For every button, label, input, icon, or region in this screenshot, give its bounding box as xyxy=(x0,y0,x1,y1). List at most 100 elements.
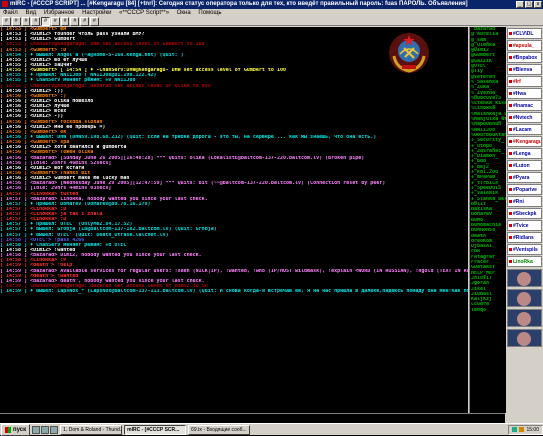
channel-tree-label: #Poparive xyxy=(513,187,537,193)
channel-tree-item[interactable]: #Pyara xyxy=(507,172,542,183)
message-input[interactable] xyxy=(0,413,505,423)
channel-status-icon xyxy=(509,104,512,108)
channel-tree-item[interactable]: #Ventspils xyxy=(507,244,542,255)
channel-tree-item[interactable]: LinoRka xyxy=(507,256,542,267)
channel-tree-label: #Rni xyxy=(513,199,524,205)
channel-switchbar: # # # # # # # # # # xyxy=(0,16,543,26)
start-button[interactable]: пуск xyxy=(1,423,31,436)
close-button[interactable]: x xyxy=(534,1,542,8)
channel-tree-item[interactable]: #Bnpabox xyxy=(507,52,542,63)
menu-favorites[interactable]: Избранное xyxy=(41,10,77,16)
channel-status-icon xyxy=(509,116,512,120)
quicklaunch-desktop-icon[interactable] xyxy=(32,425,41,434)
channel-tree-item[interactable]: #Nvtech xyxy=(507,112,542,123)
switchbar-tab[interactable]: # xyxy=(2,16,11,26)
channel-tree-item[interactable]: #CLV\DL xyxy=(507,28,542,39)
user-avatar-thumbnail[interactable] xyxy=(507,329,542,347)
tray-network-icon[interactable] xyxy=(512,427,518,432)
menu-view[interactable]: Вид xyxy=(22,10,39,16)
taskbar-button[interactable]: 69.tx - Входящие сооб... xyxy=(188,424,251,435)
menu-windows[interactable]: Окна xyxy=(174,10,194,16)
user-avatar-thumbnail[interactable] xyxy=(507,269,542,287)
channel-tree-item[interactable]: #Tvice xyxy=(507,220,542,231)
maximize-button[interactable]: □ xyxy=(525,1,533,8)
switchbar-tab[interactable]: # xyxy=(21,16,31,26)
taskbar-button[interactable]: mIRC - [#CCCP SCR... xyxy=(124,424,187,435)
switchbar-tab[interactable]: # xyxy=(11,16,21,26)
channel-tree-label: #Tvice xyxy=(513,223,529,229)
switchbar-tab[interactable]: # xyxy=(50,16,60,26)
switchbar-tab[interactable]: # xyxy=(31,16,41,26)
channel-tree-label: #Nvtech xyxy=(513,115,533,121)
channel-status-icon xyxy=(509,236,512,240)
window-title: mIRC - [#CCCP SCRIPT] ... [#Kengaragu [8… xyxy=(10,1,468,7)
switchbar-tab[interactable]: # xyxy=(90,16,99,26)
switchbar-tab[interactable]: # xyxy=(41,16,50,26)
channel-tree-item[interactable]: #Sbeckpk xyxy=(507,208,542,219)
channel-tree-item[interactable]: #Irf xyxy=(507,76,542,87)
switchbar-tab[interactable]: # xyxy=(80,16,90,26)
switchbar-tab[interactable]: # xyxy=(70,16,80,26)
channel-status-icon xyxy=(509,44,512,48)
taskbar-button[interactable]: 1. Dom & Roland - Thund... xyxy=(60,424,123,435)
switchbar-tab[interactable]: # xyxy=(60,16,70,26)
mirc-app-icon xyxy=(2,1,8,7)
channel-status-icon xyxy=(509,260,512,264)
channel-tree-item[interactable]: #Lenga xyxy=(507,148,542,159)
minimize-button[interactable]: _ xyxy=(516,1,524,8)
start-label: пуск xyxy=(13,426,27,433)
channel-status-icon xyxy=(509,152,512,156)
channel-status-icon xyxy=(509,188,512,192)
channel-tree-label: #Kengaragu xyxy=(513,139,542,145)
channel-tree-item[interactable]: #Rni xyxy=(507,196,542,207)
ussr-emblem-icon xyxy=(389,33,429,73)
channel-tree-panel: #CLV\DL #apsula_ #Bnpabox #Blenva #Irf #Hwa #I… xyxy=(506,27,543,413)
mirc-window: mIRC - [#CCCP SCRIPT] ... [#Kengaragu [8… xyxy=(0,0,543,436)
nick-item[interactable]: ledqo xyxy=(470,308,506,313)
taskbar: пуск 1. Dom & Roland - Thund... mIRC - [#… xyxy=(0,423,543,436)
channel-tree-label: #Bnpabox xyxy=(513,55,538,61)
channel-tree-item[interactable]: #apsula_ xyxy=(507,40,542,51)
channel-tree-item[interactable]: #Kengaragu xyxy=(507,136,542,147)
channel-tree-label: LinoRka xyxy=(513,259,533,265)
channel-status-icon xyxy=(509,176,512,180)
quicklaunch-browser-icon[interactable] xyxy=(41,425,50,434)
chat-line: [ 14:59 ] ♦ Вышел: LapsNox_* (LapsNox@ba… xyxy=(0,289,468,295)
menu-settings[interactable]: Настройки xyxy=(79,10,114,16)
channel-status-icon xyxy=(509,32,512,36)
channel-tree-item[interactable]: #Inamac xyxy=(507,100,542,111)
avatar-face-icon xyxy=(517,332,531,346)
avatar-face-icon xyxy=(517,292,531,306)
channel-tree-item[interactable]: #Blenva xyxy=(507,64,542,75)
channel-tree-label: #apsula_ xyxy=(513,43,535,49)
menu-help[interactable]: Помощь xyxy=(195,10,224,16)
user-avatar-thumbnail[interactable] xyxy=(507,289,542,307)
channel-status-icon xyxy=(509,128,512,132)
channel-tree-label: #Lacam xyxy=(513,127,532,133)
menu-cccp-script[interactable]: «**CCCP Script**» xyxy=(116,10,172,16)
channel-status-icon xyxy=(509,224,512,228)
chat-log[interactable]: [ 14:53 ] <Gumbert> вм[ 14:53 ] <Dimi2> … xyxy=(0,27,468,413)
channel-tree-label: #Pyara xyxy=(513,175,530,181)
channel-status-icon xyxy=(509,248,512,252)
channel-tree-item[interactable]: #Ridlans xyxy=(507,232,542,243)
channel-tree-item[interactable]: #Luton xyxy=(507,160,542,171)
menu-file[interactable]: Файл xyxy=(0,10,21,16)
channel-status-icon xyxy=(509,140,512,144)
channel-tree-label: #Lenga xyxy=(513,151,531,157)
user-avatar-thumbnail[interactable] xyxy=(507,309,542,327)
channel-tree-label: #Ventspils xyxy=(513,247,538,253)
channel-status-icon xyxy=(509,68,512,72)
tray-volume-icon[interactable] xyxy=(519,427,525,432)
quick-launch xyxy=(32,425,59,434)
channel-tree-item[interactable]: #Lacam xyxy=(507,124,542,135)
windows-logo-icon xyxy=(5,426,11,433)
channel-status-icon xyxy=(509,164,512,168)
quicklaunch-mail-icon[interactable] xyxy=(50,425,59,434)
channel-tree-label: #Irf xyxy=(513,79,521,85)
channel-tree-item[interactable]: #Poparive xyxy=(507,184,542,195)
title-bar[interactable]: mIRC - [#CCCP SCRIPT] ... [#Kengaragu [8… xyxy=(0,0,543,9)
nick-list[interactable]: ^bazarad @^Aurelia @_sam_ @_Ulenka @Dimi2 @Gu… xyxy=(469,27,506,413)
channel-tree-item[interactable]: #Hwa xyxy=(507,88,542,99)
channel-tree-label: #Blenva xyxy=(513,67,533,73)
